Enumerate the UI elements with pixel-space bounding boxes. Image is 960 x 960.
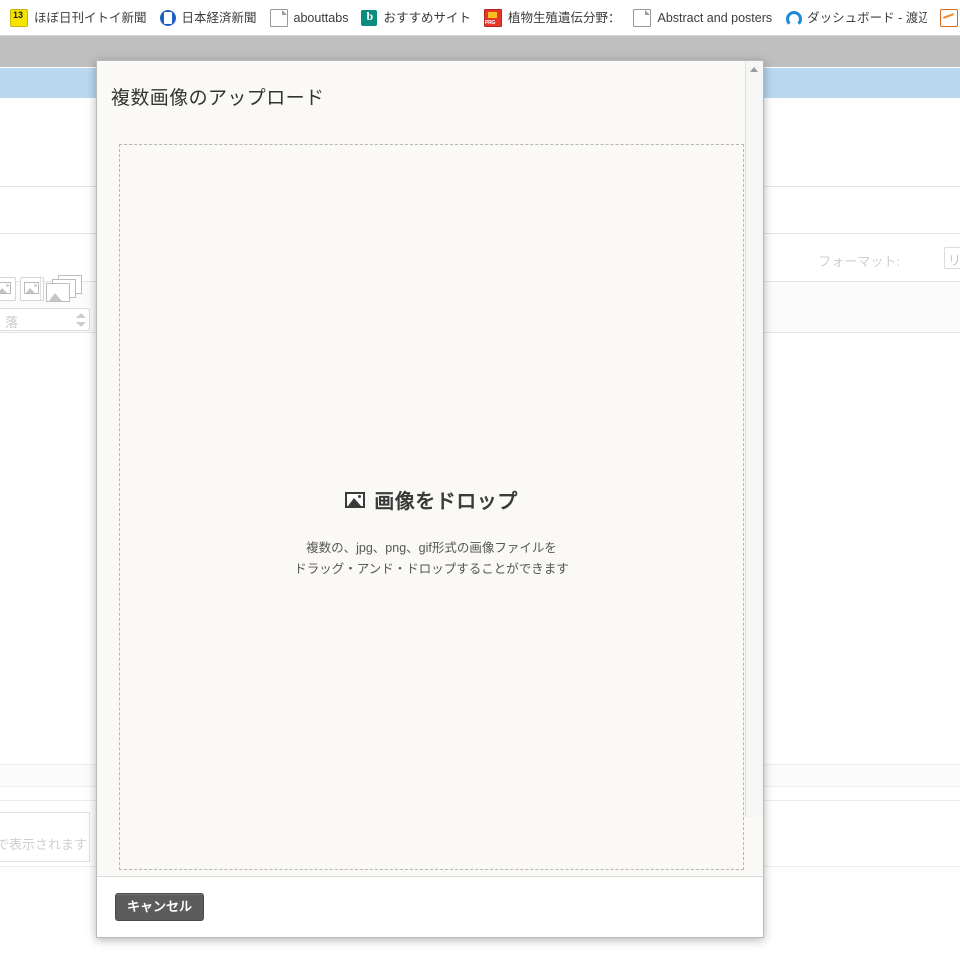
bing-favicon-icon [361,9,378,26]
bookmark-item-5[interactable]: Abstract and posters [629,5,779,31]
bookmark-label: 植物生殖遺伝分野： [507,10,621,25]
format-label: フォーマット: [818,254,900,269]
dashboard-favicon-icon [785,9,803,27]
image-dropzone[interactable]: 画像をドロップ 複数の、jpg、png、gif形式の画像ファイルを ドラッグ・ア… [119,144,744,870]
dropzone-description-line-1: 複数の、jpg、png、gif形式の画像ファイルを [306,541,557,555]
format-select-value: リ [948,253,960,268]
dialog-title: 複数画像のアップロード [111,88,325,109]
editor-placeholder: で表示されます [0,837,88,852]
bookmark-item-4[interactable]: 植物生殖遺伝分野： [480,5,628,31]
image-icon [24,282,39,294]
stepper-icon[interactable] [76,313,86,327]
prg-favicon-icon [483,8,502,27]
toolbar-separator [40,276,41,300]
bookmark-item-2[interactable]: abouttabs [266,5,356,31]
dialog-body: 複数画像のアップロード 画像をドロップ 複数の、jpg、png、gif形式の画像… [97,61,763,877]
toolbar-image-button-a[interactable] [0,277,16,301]
bookmark-label: ほぼ日刊イトイ新聞 [34,10,147,25]
hobo-favicon-icon [10,8,28,27]
bookmark-item-6[interactable]: ダッシュボード - 渡辺研 [781,5,934,31]
dialog-footer: キャンセル [97,876,763,937]
bookmark-label: abouttabs [293,10,349,25]
dropzone-heading: 画像をドロップ [374,491,518,513]
bookmark-item-7[interactable]: NHKオンラ [936,5,960,31]
dropzone-content: 画像をドロップ 複数の、jpg、png、gif形式の画像ファイルを ドラッグ・ア… [120,485,743,580]
image-icon [0,282,11,294]
nikkei-favicon-icon [159,9,176,26]
image-stack-icon [46,283,70,302]
nhk-favicon-icon [940,8,959,27]
bookmark-label: ダッシュボード - 渡辺研 [807,10,927,25]
bookmark-item-1[interactable]: 日本経済新聞 [156,5,264,31]
bookmark-label: おすすめサイト [383,10,471,25]
bookmark-item-0[interactable]: ほぼ日刊イトイ新聞 [6,5,154,31]
cancel-button[interactable]: キャンセル [115,893,205,921]
document-favicon-icon [633,8,652,27]
dropzone-heading-row: 画像をドロップ [120,485,743,514]
bookmarks-bar: ほぼ日刊イトイ新聞 日本経済新聞 abouttabs おすすめサイト 植物生殖遺… [0,0,960,36]
bookmark-item-3[interactable]: おすすめサイト [357,5,478,31]
image-icon [345,491,366,508]
screen: ほぼ日刊イトイ新聞 日本経済新聞 abouttabs おすすめサイト 植物生殖遺… [0,0,960,960]
toolbar-multi-image-button[interactable] [46,275,82,302]
upload-dialog: 複数画像のアップロード 画像をドロップ 複数の、jpg、png、gif形式の画像… [96,60,764,938]
format-select[interactable]: リ [944,247,960,269]
paragraph-style-value: 落 [5,315,19,330]
bookmark-label: 日本経済新聞 [181,10,257,25]
dialog-scrollbar[interactable] [745,61,763,817]
document-favicon-icon [269,8,288,27]
bookmark-label: Abstract and posters [657,10,773,25]
scroll-up-icon[interactable] [746,61,762,78]
dropzone-description-line-2: ドラッグ・アンド・ドロップすることができます [294,562,569,576]
dropzone-description: 複数の、jpg、png、gif形式の画像ファイルを ドラッグ・アンド・ドロップす… [120,538,743,580]
